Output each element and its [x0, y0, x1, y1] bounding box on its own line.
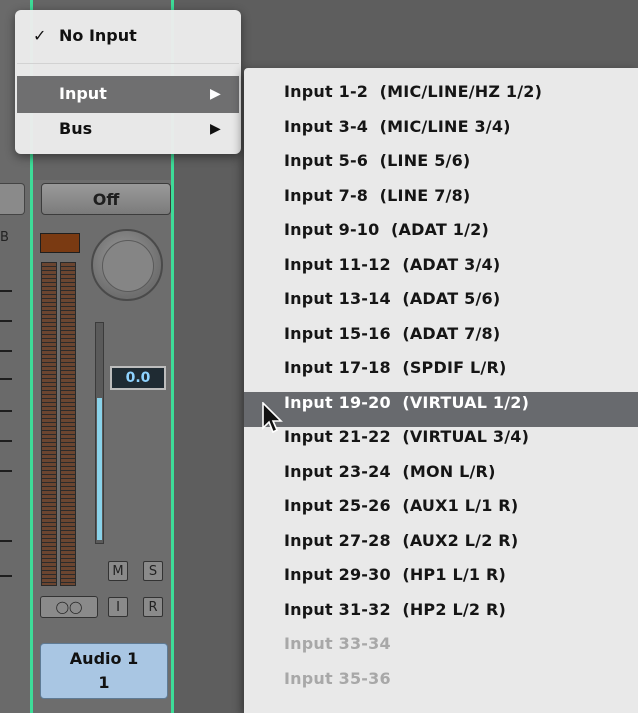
- submenu-item[interactable]: Input 31-32 (HP2 L/2 R): [284, 600, 506, 619]
- scale-tick: [0, 350, 12, 352]
- submenu-item: Input 35-36: [284, 668, 391, 688]
- scale-tick: [0, 540, 12, 542]
- submenu-item[interactable]: Input 1-2 (MIC/LINE/HZ 1/2): [284, 82, 542, 101]
- menu-item-input-highlight[interactable]: [17, 76, 239, 113]
- menu-item-bus[interactable]: Bus: [59, 119, 92, 138]
- submenu-item[interactable]: Input 27-28 (AUX2 L/2 R): [284, 531, 518, 550]
- solo-button[interactable]: S: [143, 561, 163, 581]
- volume-value-display[interactable]: 0.0: [110, 366, 166, 390]
- scale-tick: [0, 320, 12, 322]
- mouse-cursor-icon: [262, 402, 283, 434]
- submenu-item[interactable]: Input 9-10 (ADAT 1/2): [284, 220, 489, 239]
- neighbor-channel-button[interactable]: [0, 183, 25, 215]
- scale-tick: [0, 378, 12, 380]
- scale-label: B: [0, 230, 9, 245]
- volume-fader-level: [97, 398, 102, 540]
- submenu-item[interactable]: Input 17-18 (SPDIF L/R): [284, 358, 507, 377]
- scale-tick: [0, 410, 12, 412]
- checkmark-icon: ✓: [33, 26, 47, 45]
- submenu-arrow-icon: ▶: [210, 121, 221, 137]
- submenu-item[interactable]: Input 23-24 (MON L/R): [284, 462, 496, 481]
- output-off-button[interactable]: Off: [41, 183, 171, 215]
- link-icon: ◯◯: [55, 600, 83, 614]
- submenu-item[interactable]: Input 25-26 (AUX1 L/1 R): [284, 496, 518, 515]
- level-meter-left: [41, 262, 57, 586]
- stereo-link-button[interactable]: ◯◯: [40, 596, 98, 618]
- mute-button[interactable]: M: [108, 561, 128, 581]
- scale-tick: [0, 440, 12, 442]
- record-button[interactable]: R: [143, 597, 163, 617]
- pan-knob-cap: [102, 240, 154, 292]
- scale-tick: [0, 575, 12, 577]
- submenu-item[interactable]: Input 7-8 (LINE 7/8): [284, 186, 470, 205]
- track-name-label[interactable]: Audio 1 1: [40, 643, 168, 699]
- submenu-item[interactable]: Input 5-6 (LINE 5/6): [284, 151, 470, 170]
- submenu-arrow-icon: ▶: [210, 86, 221, 102]
- submenu-item[interactable]: Input 29-30 (HP1 L/1 R): [284, 565, 506, 584]
- submenu-item[interactable]: Input 11-12 (ADAT 3/4): [284, 255, 500, 274]
- record-enable-indicator[interactable]: [40, 233, 80, 253]
- submenu-item: Input 33-34: [284, 634, 391, 653]
- scale-tick: [0, 470, 12, 472]
- track-number-text: 1: [98, 673, 110, 692]
- input-monitor-button[interactable]: I: [108, 597, 128, 617]
- menu-separator: [17, 63, 239, 64]
- submenu-item[interactable]: Input 13-14 (ADAT 5/6): [284, 289, 500, 308]
- submenu-item[interactable]: Input 21-22 (VIRTUAL 3/4): [284, 427, 529, 446]
- submenu-item[interactable]: Input 15-16 (ADAT 7/8): [284, 324, 500, 343]
- menu-item-no-input[interactable]: No Input: [59, 26, 137, 45]
- scale-tick: [0, 290, 12, 292]
- submenu-item[interactable]: Input 19-20 (VIRTUAL 1/2): [284, 393, 529, 412]
- menu-item-input[interactable]: Input: [59, 84, 107, 103]
- track-name-text: Audio 1: [69, 649, 139, 668]
- level-meter-right: [60, 262, 76, 586]
- submenu-item[interactable]: Input 3-4 (MIC/LINE 3/4): [284, 117, 511, 136]
